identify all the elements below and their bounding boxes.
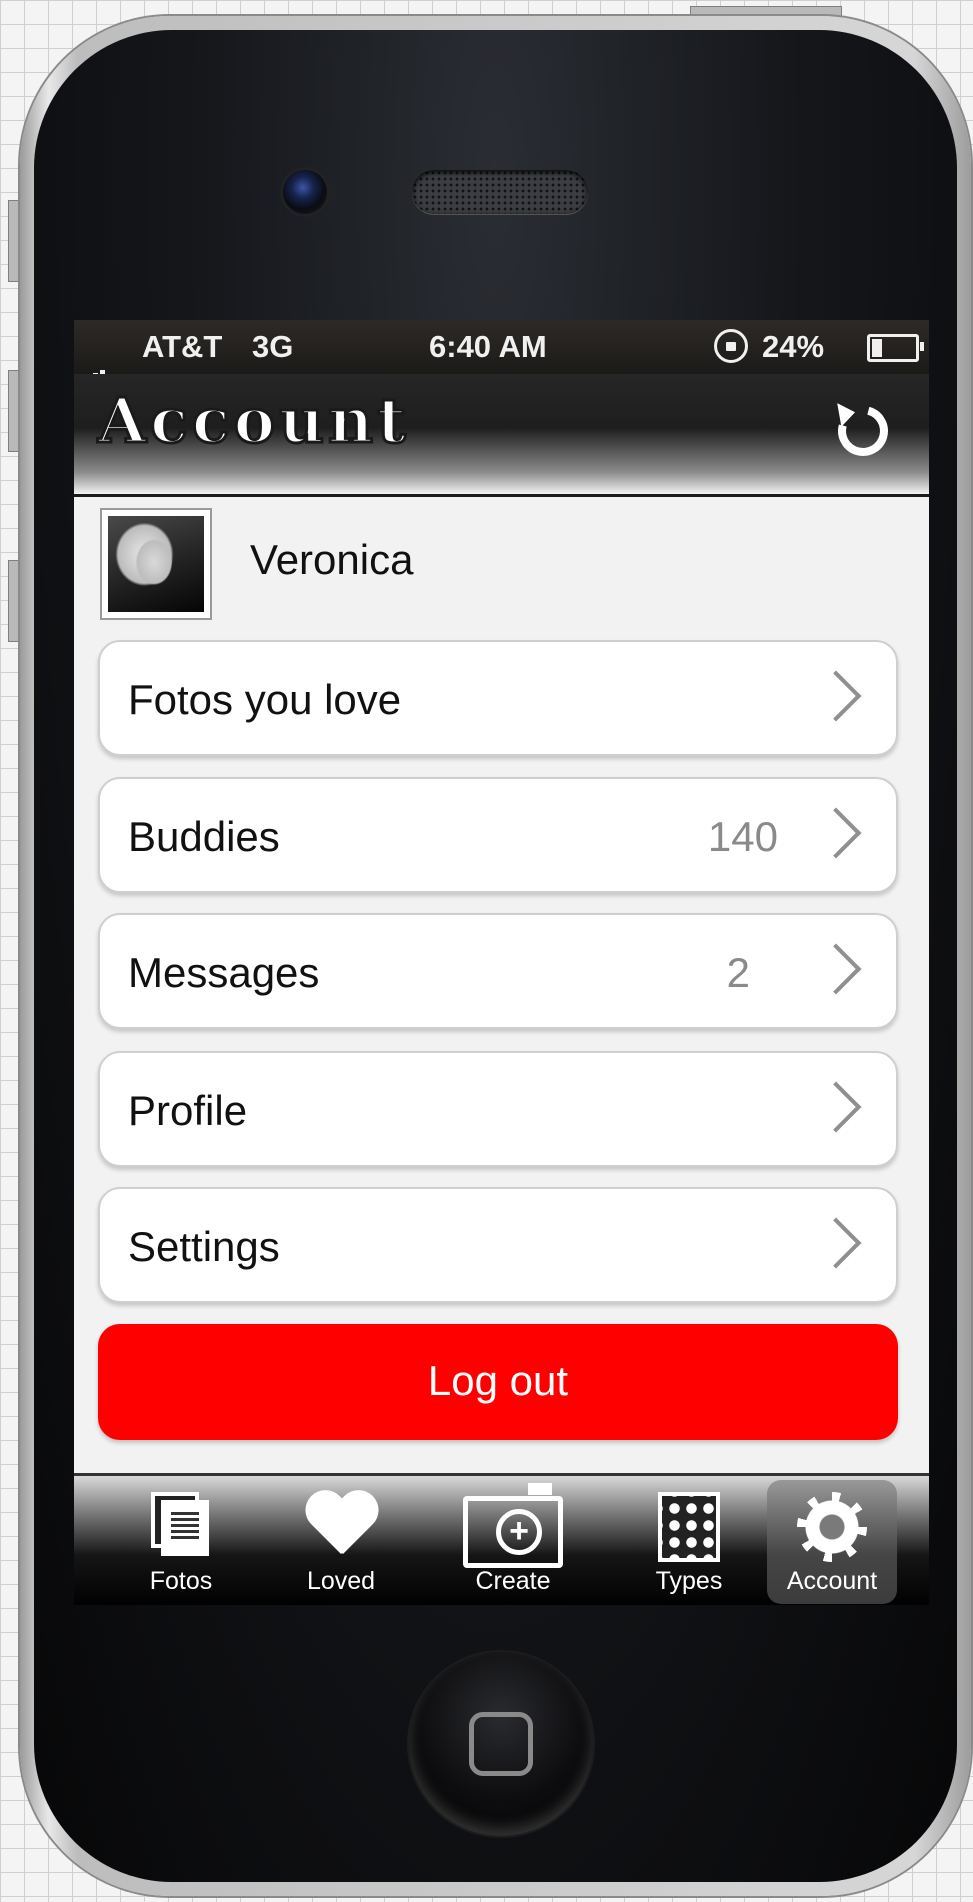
tab-label: Loved xyxy=(306,1567,376,1595)
chevron-right-icon xyxy=(810,670,862,722)
menu-item-messages[interactable]: Messages 2 xyxy=(98,913,898,1029)
messages-count: 2 xyxy=(726,949,750,996)
chevron-right-icon xyxy=(810,1217,862,1269)
gear-icon xyxy=(797,1492,867,1562)
battery-icon xyxy=(867,334,924,362)
home-square-icon xyxy=(469,1712,533,1776)
menu-item-label: Settings xyxy=(128,1223,280,1270)
buddies-count: 140 xyxy=(707,813,778,860)
menu-item-label: Buddies xyxy=(128,813,280,860)
user-header: Veronica xyxy=(74,498,929,624)
network-label: 3G xyxy=(252,329,294,364)
refresh-icon[interactable] xyxy=(828,396,898,466)
tab-create[interactable]: Create xyxy=(448,1480,578,1604)
menu-item-label: Fotos you love xyxy=(128,676,402,723)
photos-icon xyxy=(151,1492,211,1556)
camera-icon xyxy=(463,1483,563,1568)
menu-item-profile[interactable]: Profile xyxy=(98,1051,898,1167)
front-camera xyxy=(283,170,327,214)
chevron-right-icon xyxy=(810,807,862,859)
status-bar: AT&T 3G 6:40 AM 24% xyxy=(74,320,929,382)
avatar[interactable] xyxy=(100,508,212,620)
tab-fotos[interactable]: Fotos xyxy=(116,1480,246,1604)
carrier-label: AT&T xyxy=(142,329,223,364)
menu-item-buddies[interactable]: Buddies 140 xyxy=(98,777,898,893)
grid-icon xyxy=(658,1492,720,1562)
chevron-right-icon xyxy=(810,1081,862,1133)
tab-label: Account xyxy=(786,1567,878,1595)
menu-item-label: Profile xyxy=(128,1087,248,1134)
logout-button[interactable]: Log out xyxy=(98,1324,898,1440)
tab-bar: Fotos Loved Create Types Account xyxy=(74,1473,929,1605)
user-name: Veronica xyxy=(250,536,414,583)
tab-label: Create xyxy=(475,1567,551,1595)
menu-item-settings[interactable]: Settings xyxy=(98,1187,898,1303)
menu-item-fotos-you-love[interactable]: Fotos you love xyxy=(98,640,898,756)
tab-loved[interactable]: Loved xyxy=(276,1480,406,1604)
tab-label: Types xyxy=(655,1567,723,1595)
navigation-bar: Account xyxy=(74,374,929,497)
battery-percent: 24% xyxy=(762,329,825,364)
chevron-right-icon xyxy=(810,943,862,995)
home-button[interactable] xyxy=(409,1652,593,1836)
rotation-lock-icon xyxy=(714,329,748,363)
page-title: Account xyxy=(97,383,410,459)
menu-item-label: Messages xyxy=(128,949,320,996)
clock: 6:40 AM xyxy=(429,329,547,364)
tab-label: Fotos xyxy=(149,1567,213,1595)
earpiece-speaker xyxy=(412,170,588,214)
heart-icon xyxy=(303,1492,379,1558)
tab-types[interactable]: Types xyxy=(624,1480,754,1604)
app-screen: AT&T 3G 6:40 AM 24% Account Veronica Fot… xyxy=(74,320,929,1605)
tab-account[interactable]: Account xyxy=(767,1480,897,1604)
